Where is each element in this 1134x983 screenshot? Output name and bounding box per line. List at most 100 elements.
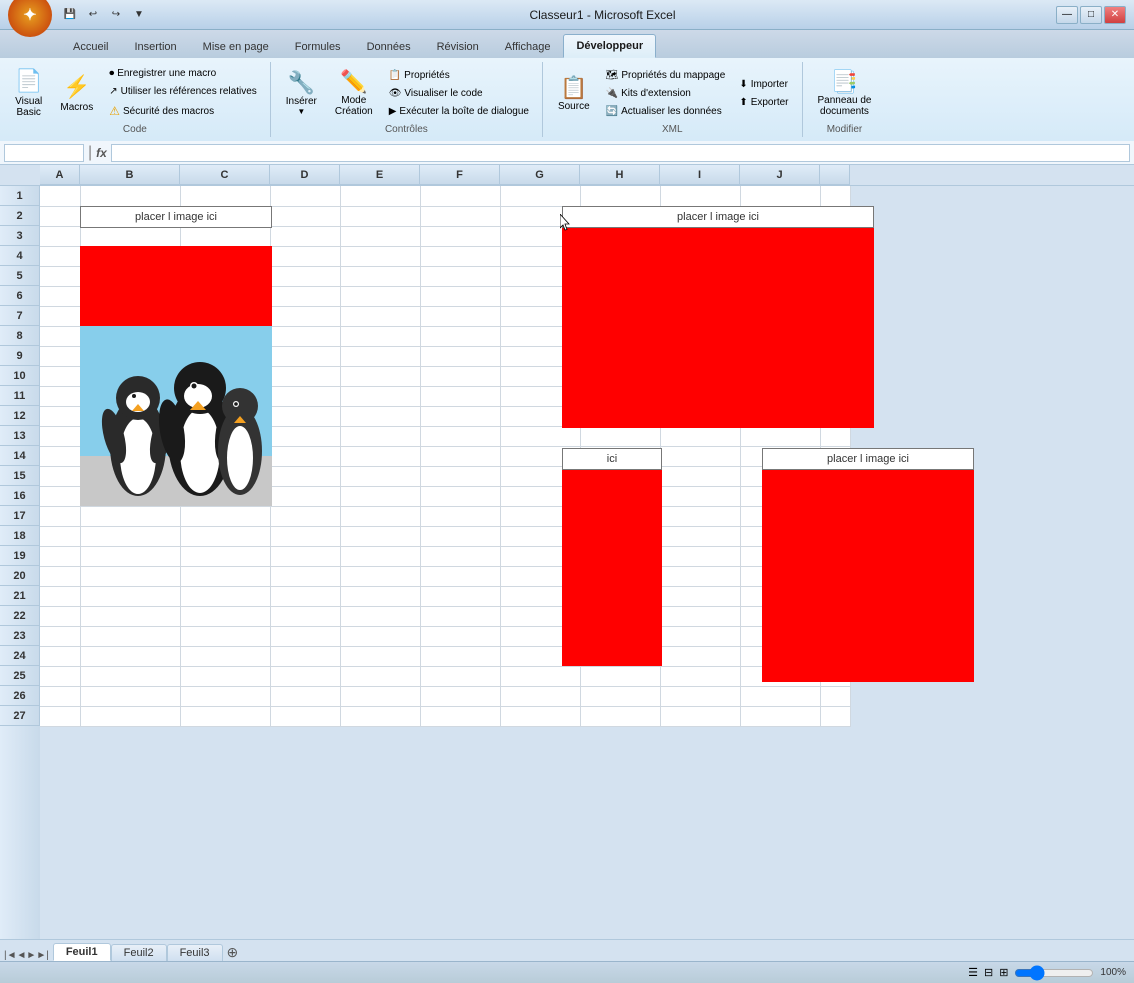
col-header-f[interactable]: F [420,165,500,185]
cell-G16[interactable] [500,486,580,506]
cell-F19[interactable] [420,546,500,566]
cell-G8[interactable] [500,326,580,346]
row-header-23[interactable]: 23 [0,626,40,646]
cell-C8[interactable] [180,326,270,346]
row-header-12[interactable]: 12 [0,406,40,426]
cell-E16[interactable] [340,486,420,506]
cell-B27[interactable] [80,706,180,726]
cell-D2[interactable] [270,206,340,226]
cell-I12[interactable] [660,406,740,426]
cell-A7[interactable] [40,306,80,326]
cell-E1[interactable] [340,186,420,206]
cell-I15[interactable] [660,466,740,486]
cell-extra1[interactable] [820,186,850,206]
cell-E5[interactable] [340,266,420,286]
col-header-a[interactable]: A [40,165,80,185]
customize-qat-button[interactable]: ▼ [129,6,149,24]
cell-H3[interactable] [580,226,660,246]
cell-B10[interactable] [80,366,180,386]
cell-H13[interactable] [580,426,660,446]
row-header-22[interactable]: 22 [0,606,40,626]
row-header-15[interactable]: 15 [0,466,40,486]
row-header-1[interactable]: 1 [0,186,40,206]
cell-A9[interactable] [40,346,80,366]
cell-E8[interactable] [340,326,420,346]
cell-A24[interactable] [40,646,80,666]
cell-F2[interactable] [420,206,500,226]
row-header-3[interactable]: 3 [0,226,40,246]
cell-I9[interactable] [660,346,740,366]
cell-extra9[interactable] [820,346,850,366]
cell-H2[interactable] [580,206,660,226]
cell-J16[interactable] [740,486,820,506]
cell-I13[interactable] [660,426,740,446]
cell-G13[interactable] [500,426,580,446]
cell-H18[interactable] [580,526,660,546]
formula-input[interactable] [111,144,1130,162]
cell-C22[interactable] [180,606,270,626]
minimize-button[interactable]: — [1056,6,1078,24]
cell-E11[interactable] [340,386,420,406]
sheet-tab-feuil1[interactable]: Feuil1 [53,943,111,961]
cell-I7[interactable] [660,306,740,326]
row-header-7[interactable]: 7 [0,306,40,326]
cell-C1[interactable] [180,186,270,206]
cell-D11[interactable] [270,386,340,406]
undo-qat-button[interactable]: ↩ [83,6,103,24]
tab-developpeur[interactable]: Développeur [563,34,656,58]
cell-J25[interactable] [740,666,820,686]
cell-I27[interactable] [660,706,740,726]
normal-view-button[interactable]: ☰ [968,966,978,979]
row-header-10[interactable]: 10 [0,366,40,386]
cell-B24[interactable] [80,646,180,666]
cell-E24[interactable] [340,646,420,666]
cell-F13[interactable] [420,426,500,446]
cell-G27[interactable] [500,706,580,726]
cell-I19[interactable] [660,546,740,566]
cell-I23[interactable] [660,626,740,646]
cell-I10[interactable] [660,366,740,386]
row-header-13[interactable]: 13 [0,426,40,446]
cell-F7[interactable] [420,306,500,326]
cell-F16[interactable] [420,486,500,506]
visual-basic-button[interactable]: 📄 VisualBasic [8,64,49,122]
row-header-27[interactable]: 27 [0,706,40,726]
cell-E12[interactable] [340,406,420,426]
cell-A15[interactable] [40,466,80,486]
cell-E15[interactable] [340,466,420,486]
cell-J19[interactable] [740,546,820,566]
cell-F26[interactable] [420,686,500,706]
row-header-2[interactable]: 2 [0,206,40,226]
cell-C11[interactable] [180,386,270,406]
cell-J20[interactable] [740,566,820,586]
cell-extra5[interactable] [820,266,850,286]
cell-A26[interactable] [40,686,80,706]
cell-B3[interactable] [80,226,180,246]
cell-D15[interactable] [270,466,340,486]
cell-D12[interactable] [270,406,340,426]
cell-E3[interactable] [340,226,420,246]
cell-G22[interactable] [500,606,580,626]
cell-B23[interactable] [80,626,180,646]
cell-H20[interactable] [580,566,660,586]
cell-D7[interactable] [270,306,340,326]
cell-C7[interactable] [180,306,270,326]
references-relatives-button[interactable]: ↗ Utiliser les références relatives [104,83,262,100]
cell-B9[interactable] [80,346,180,366]
cell-extra27[interactable] [820,706,850,726]
cell-G3[interactable] [500,226,580,246]
cell-I6[interactable] [660,286,740,306]
cell-D4[interactable] [270,246,340,266]
visualiser-code-button[interactable]: 👁 Visualiser le code [384,85,534,102]
cell-F12[interactable] [420,406,500,426]
col-header-j[interactable]: J [740,165,820,185]
tab-mise-en-page[interactable]: Mise en page [190,34,282,58]
col-header-c[interactable]: C [180,165,270,185]
cell-extra25[interactable] [820,666,850,686]
row-header-9[interactable]: 9 [0,346,40,366]
source-button[interactable]: 📋 Source [551,71,597,116]
cell-H9[interactable] [580,346,660,366]
cell-D13[interactable] [270,426,340,446]
cell-J18[interactable] [740,526,820,546]
cell-F8[interactable] [420,326,500,346]
